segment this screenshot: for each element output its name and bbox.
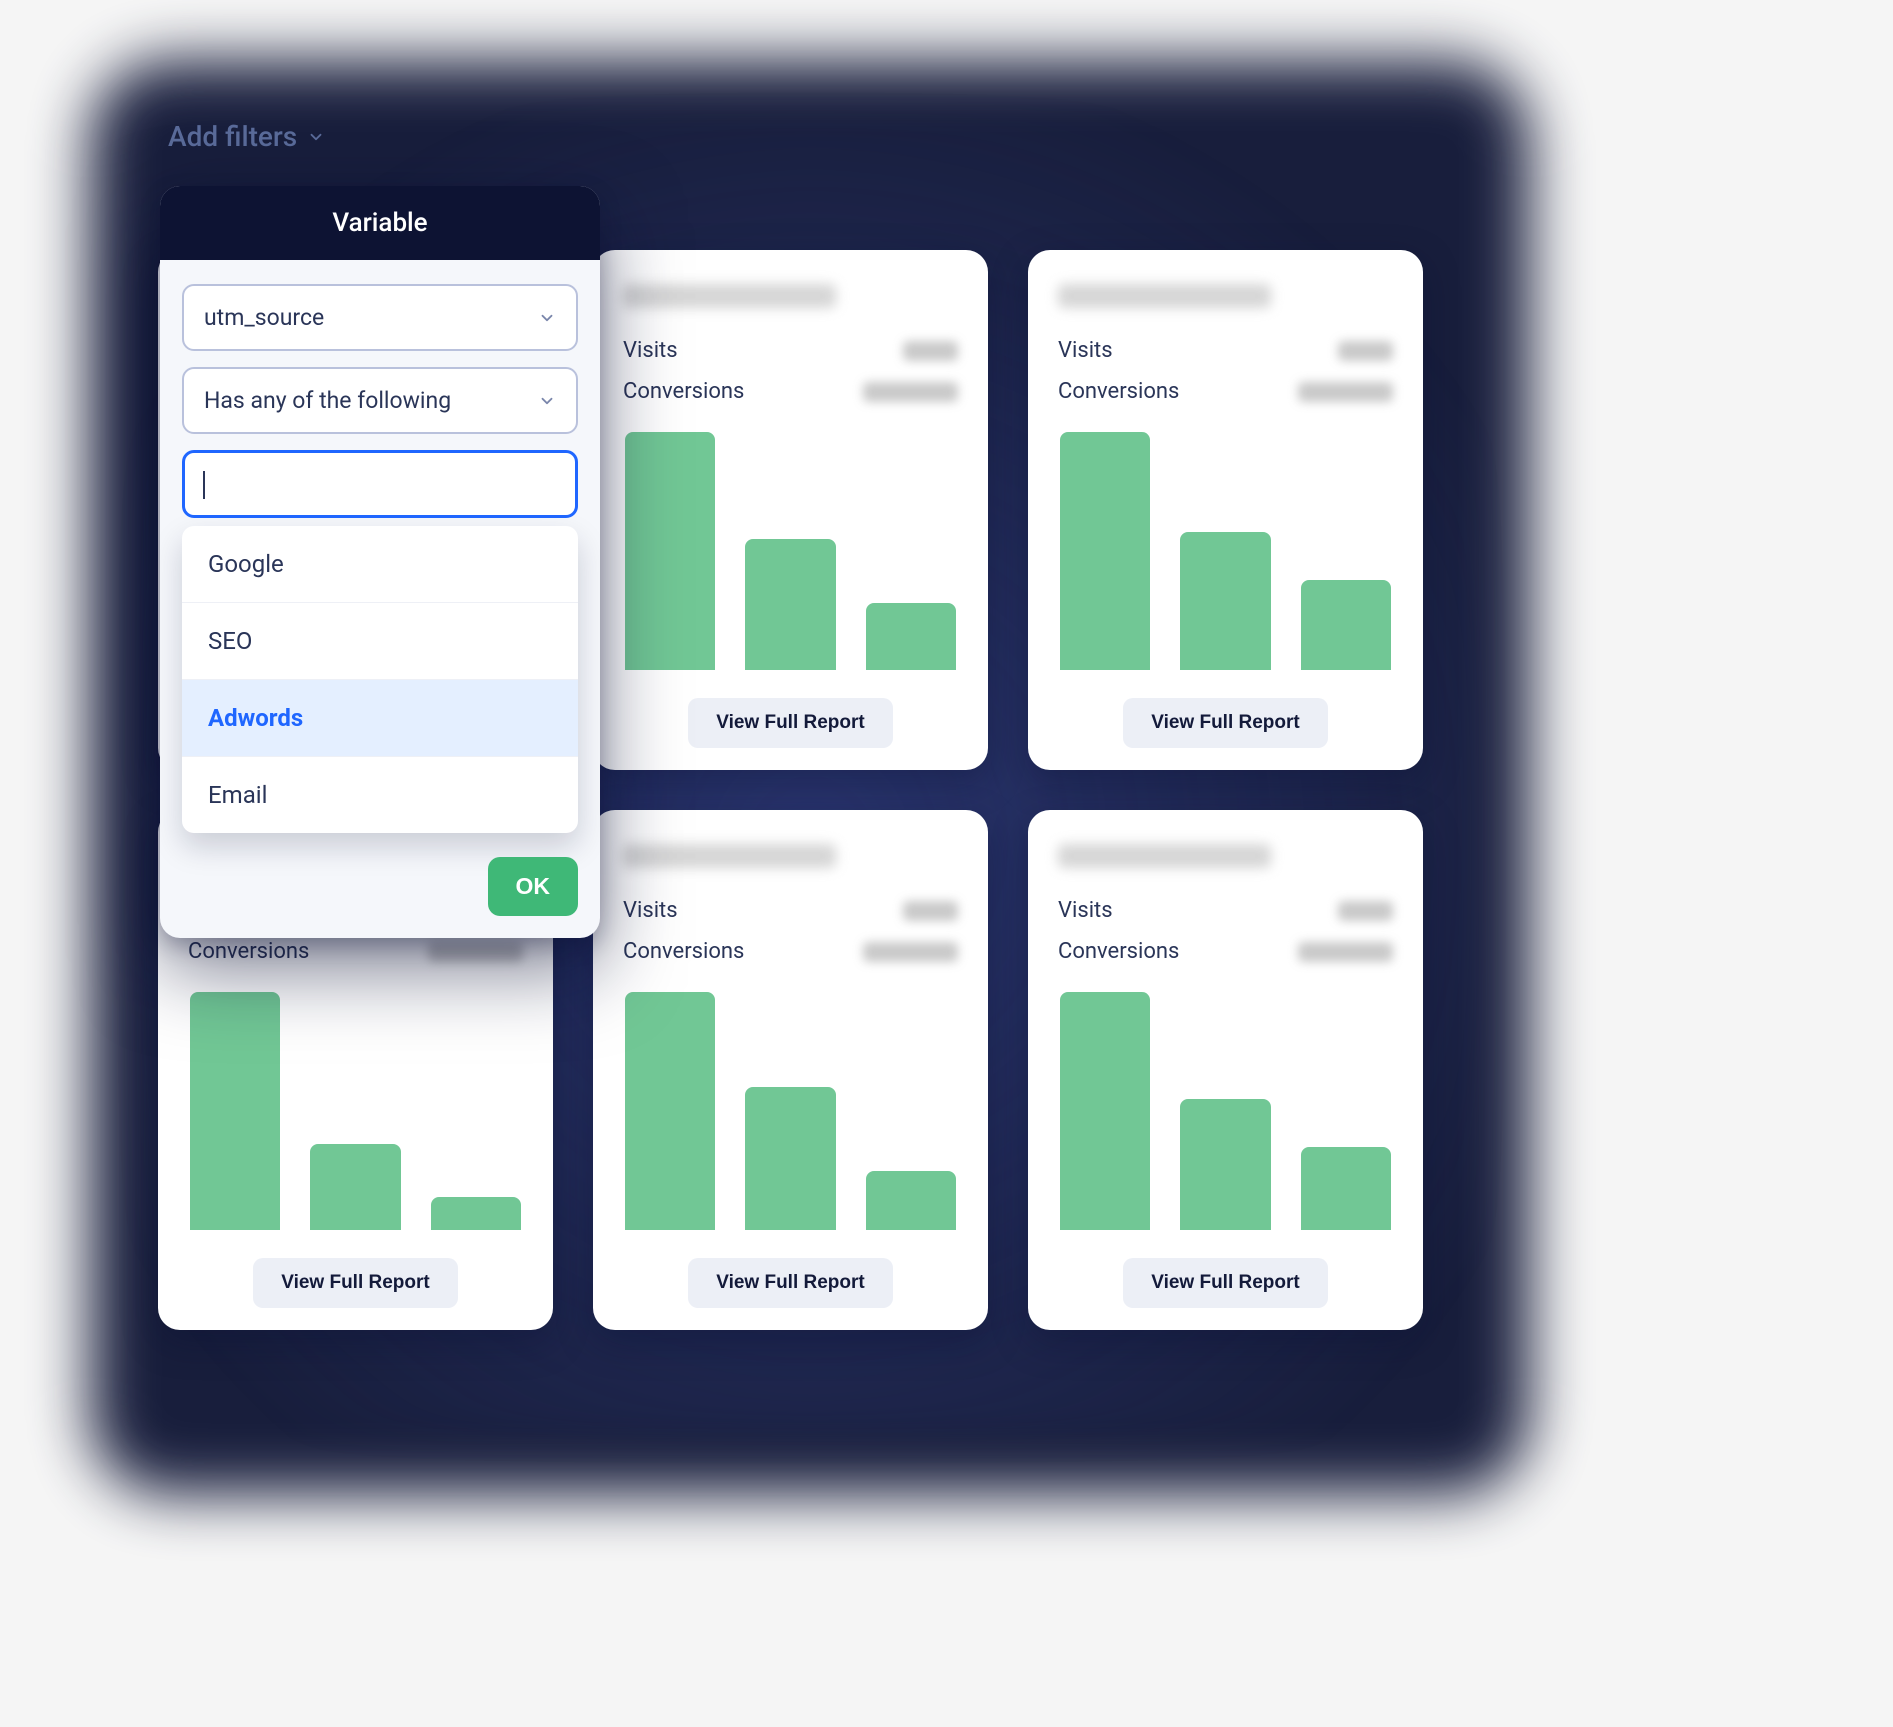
text-cursor: [203, 471, 205, 499]
popover-title: Variable: [160, 186, 600, 260]
visits-label: Visits: [1058, 338, 1113, 363]
chevron-down-icon: [538, 392, 556, 410]
chart-bar: [1301, 580, 1391, 670]
chart-bar: [1180, 1099, 1270, 1230]
card-title-placeholder: [623, 284, 836, 308]
visits-value-placeholder: [903, 901, 958, 921]
mini-bar-chart: [1054, 992, 1397, 1240]
conversions-value-placeholder: [1298, 942, 1393, 962]
value-dropdown-list: GoogleSEOAdwordsEmail: [182, 526, 578, 833]
report-card: Visits Conversions View Full Report: [593, 810, 988, 1330]
dropdown-option[interactable]: Adwords: [182, 680, 578, 757]
chart-bar: [1301, 1147, 1391, 1230]
add-filters-label: Add filters: [168, 120, 297, 153]
report-card: Visits Conversions View Full Report: [593, 250, 988, 770]
chart-bar: [190, 992, 280, 1230]
mini-bar-chart: [184, 992, 527, 1240]
operator-select-value: Has any of the following: [204, 387, 451, 414]
visits-label: Visits: [623, 898, 678, 923]
card-title-placeholder: [623, 844, 836, 868]
visits-value-placeholder: [903, 341, 958, 361]
conversions-label: Conversions: [623, 379, 744, 404]
conversions-value-placeholder: [1298, 382, 1393, 402]
card-title-placeholder: [1058, 284, 1271, 308]
mini-bar-chart: [1054, 432, 1397, 680]
chevron-down-icon: [307, 128, 325, 146]
variable-select[interactable]: utm_source: [182, 284, 578, 351]
dropdown-option[interactable]: SEO: [182, 603, 578, 680]
chart-bar: [1060, 992, 1150, 1230]
conversions-value-placeholder: [428, 942, 523, 962]
conversions-label: Conversions: [188, 939, 309, 964]
visits-value-placeholder: [1338, 341, 1393, 361]
chart-bar: [1180, 532, 1270, 670]
view-full-report-button[interactable]: View Full Report: [1123, 1258, 1328, 1308]
view-full-report-button[interactable]: View Full Report: [253, 1258, 458, 1308]
chart-bar: [745, 539, 835, 670]
mini-bar-chart: [619, 432, 962, 680]
variable-select-value: utm_source: [204, 304, 324, 331]
visits-value-placeholder: [1338, 901, 1393, 921]
view-full-report-button[interactable]: View Full Report: [1123, 698, 1328, 748]
chevron-down-icon: [538, 309, 556, 327]
view-full-report-button[interactable]: View Full Report: [688, 1258, 893, 1308]
chart-bar: [866, 1171, 956, 1231]
visits-label: Visits: [623, 338, 678, 363]
chart-bar: [1060, 432, 1150, 670]
chart-bar: [310, 1144, 400, 1230]
value-input[interactable]: [182, 450, 578, 518]
conversions-label: Conversions: [1058, 939, 1179, 964]
ok-button[interactable]: OK: [488, 857, 579, 916]
chart-bar: [431, 1197, 521, 1230]
add-filters-button[interactable]: Add filters: [168, 120, 325, 153]
view-full-report-button[interactable]: View Full Report: [688, 698, 893, 748]
chart-bar: [625, 992, 715, 1230]
chart-bar: [625, 432, 715, 670]
report-card: Visits Conversions View Full Report: [1028, 250, 1423, 770]
mini-bar-chart: [619, 992, 962, 1240]
conversions-label: Conversions: [623, 939, 744, 964]
dropdown-option[interactable]: Google: [182, 526, 578, 603]
chart-bar: [866, 603, 956, 670]
conversions-value-placeholder: [863, 382, 958, 402]
chart-bar: [745, 1087, 835, 1230]
report-card: Visits Conversions View Full Report: [1028, 810, 1423, 1330]
visits-label: Visits: [1058, 898, 1113, 923]
conversions-label: Conversions: [1058, 379, 1179, 404]
card-title-placeholder: [1058, 844, 1271, 868]
operator-select[interactable]: Has any of the following: [182, 367, 578, 434]
dropdown-option[interactable]: Email: [182, 757, 578, 833]
variable-filter-popover: Variable utm_source Has any of the follo…: [160, 186, 600, 938]
conversions-value-placeholder: [863, 942, 958, 962]
